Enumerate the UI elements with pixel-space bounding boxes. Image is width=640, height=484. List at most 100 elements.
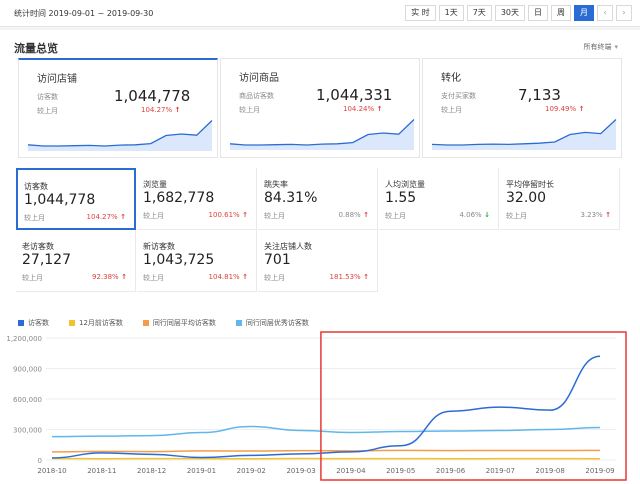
series-line-2 [51, 449, 601, 453]
metric-label: 老访客数 [22, 242, 54, 251]
metric-change-value: 104.81% [208, 273, 240, 281]
card-change-value: 109.49% [545, 105, 577, 113]
metric-value: 84.31% [264, 190, 318, 206]
metric-value: 1,682,778 [143, 190, 215, 206]
highlight-box [320, 331, 627, 481]
card-change: 104.27% ↑ [141, 106, 180, 114]
metric-change-value: 4.06% [459, 211, 482, 219]
arrow-up-icon: ↑ [118, 273, 127, 281]
date-range: 统计时间 2019-09-01 ~ 2019-09-30 [14, 9, 154, 18]
legend-label: 同行同层优秀访客数 [245, 319, 309, 327]
period-button[interactable]: 1天 [438, 5, 464, 21]
metric-change: 0.88% ↑ [338, 211, 369, 219]
metric-change: 4.06% ↓ [459, 211, 490, 219]
card-change: 104.24% ↑ [343, 105, 382, 113]
next-period-icon[interactable]: › [616, 5, 632, 21]
metric-compare-label: 较上月 [143, 274, 164, 282]
card-sparkline [229, 119, 415, 150]
legend-item[interactable]: 访客数 [18, 318, 49, 328]
card-title: 转化 [441, 73, 461, 84]
x-tick-label: 2019-06 [436, 467, 466, 475]
legend-label: 12月前访客数 [79, 319, 123, 327]
legend-label: 访客数 [28, 319, 49, 327]
series-line-3 [51, 425, 601, 438]
summary-card[interactable]: 访问商品 商品访客数 1,044,331 较上月 104.24% ↑ [220, 58, 420, 158]
card-metric-label: 商品访客数 [239, 92, 274, 100]
card-title: 访问商品 [239, 73, 279, 84]
metric-label: 浏览量 [143, 180, 167, 189]
metric-value: 27,127 [22, 252, 71, 268]
metric-compare-label: 较上月 [24, 214, 45, 222]
metric-value: 1.55 [385, 190, 417, 206]
card-change-value: 104.24% [343, 105, 375, 113]
x-tick-label: 2019-01 [187, 467, 216, 475]
y-tick-label: 1,200,000 [6, 335, 42, 343]
period-button[interactable]: 日 [528, 5, 548, 21]
period-button[interactable]: 周 [551, 5, 571, 21]
x-tick-label: 2019-03 [286, 467, 315, 475]
arrow-up-icon: ↑ [602, 211, 611, 219]
x-tick-label: 2019-07 [486, 467, 515, 475]
arrow-down-icon: ↓ [481, 211, 490, 219]
x-tick-label: 2019-04 [336, 467, 366, 475]
arrow-up-icon: ↑ [117, 213, 126, 221]
metric-change-value: 181.53% [329, 273, 361, 281]
metric-value: 1,043,725 [143, 252, 215, 268]
summary-card[interactable]: 转化 支付买家数 7,133 较上月 109.49% ↑ [422, 58, 622, 158]
legend-item[interactable]: 同行同层优秀访客数 [235, 318, 309, 328]
period-button[interactable]: 实 时 [405, 5, 436, 21]
metric-tile[interactable]: 新访客数 1,043,725 较上月 104.81% ↑ [137, 230, 257, 292]
card-metric-label: 访客数 [37, 93, 58, 101]
metric-compare-label: 较上月 [22, 274, 43, 282]
x-tick-label: 2019-05 [386, 467, 415, 475]
period-button[interactable]: 30天 [494, 5, 525, 21]
metric-value: 1,044,778 [24, 192, 96, 208]
metric-compare-label: 较上月 [506, 212, 527, 220]
traffic-overview-panel: 流量总览 所有终端 ▾ 访问店铺 访客数 1,044,778 较上月 104.27% ↑ 访… [0, 30, 640, 484]
visitor-trend-chart: 1,200,000 900,000 600,000 300,000 0 2018-10 20… [6, 331, 627, 481]
arrow-up-icon: ↑ [576, 105, 585, 113]
summary-card[interactable]: 访问店铺 访客数 1,044,778 较上月 104.27% ↑ [18, 58, 218, 158]
terminal-filter-label: 所有终端 [583, 43, 612, 51]
series-line-0 [51, 355, 601, 459]
metric-label: 平均停留时长 [506, 180, 554, 189]
metric-label: 人均浏览量 [385, 180, 425, 189]
card-value: 1,044,331 [316, 86, 393, 104]
card-change-value: 104.27% [141, 106, 173, 114]
metric-tile[interactable]: 人均浏览量 1.55 较上月 4.06% ↓ [379, 168, 499, 230]
terminal-filter[interactable]: 所有终端 ▾ [583, 42, 618, 52]
arrow-up-icon: ↑ [172, 106, 181, 114]
period-selector: 实 时 1天 7天 30天日周月 ‹ › [402, 5, 632, 21]
arrow-up-icon: ↑ [374, 105, 383, 113]
x-tick-label: 2018-10 [37, 467, 66, 475]
metric-change: 181.53% ↑ [330, 273, 369, 281]
metric-change-value: 3.23% [580, 211, 603, 219]
prev-period-icon[interactable]: ‹ [597, 5, 613, 21]
metric-label: 新访客数 [143, 242, 175, 251]
metric-label: 跳失率 [264, 180, 288, 189]
metric-tile[interactable]: 跳失率 84.31% 较上月 0.88% ↑ [258, 168, 378, 230]
metric-tile[interactable]: 访客数 1,044,778 较上月 104.27% ↑ [16, 168, 136, 230]
metric-tile[interactable]: 平均停留时长 32.00 较上月 3.23% ↑ [500, 168, 620, 230]
arrow-up-icon: ↑ [360, 211, 369, 219]
metric-compare-label: 较上月 [264, 212, 285, 220]
legend-swatch [142, 320, 149, 326]
metric-tile[interactable]: 浏览量 1,682,778 较上月 100.61% ↑ [137, 168, 257, 230]
metric-tile[interactable]: 关注店铺人数 701 较上月 181.53% ↑ [258, 230, 378, 292]
card-sparkline [27, 120, 213, 151]
period-button[interactable]: 7天 [466, 5, 492, 21]
metric-change: 3.23% ↑ [580, 211, 611, 219]
legend-label: 同行同层平均访客数 [152, 319, 216, 327]
chevron-down-icon: ▾ [614, 43, 618, 51]
metric-compare-label: 较上月 [385, 212, 406, 220]
metric-value: 32.00 [506, 190, 547, 206]
metric-tile[interactable]: 老访客数 27,127 较上月 92.38% ↑ [16, 230, 136, 292]
metric-compare-label: 较上月 [143, 212, 164, 220]
card-title: 访问店铺 [37, 74, 77, 85]
legend-item[interactable]: 同行同层平均访客数 [142, 318, 216, 328]
metric-change-value: 100.61% [208, 211, 240, 219]
legend-item[interactable]: 12月前访客数 [69, 318, 123, 328]
period-button[interactable]: 月 [574, 5, 594, 21]
metric-change: 92.38% ↑ [92, 273, 127, 281]
metric-change-value: 104.27% [86, 213, 118, 221]
